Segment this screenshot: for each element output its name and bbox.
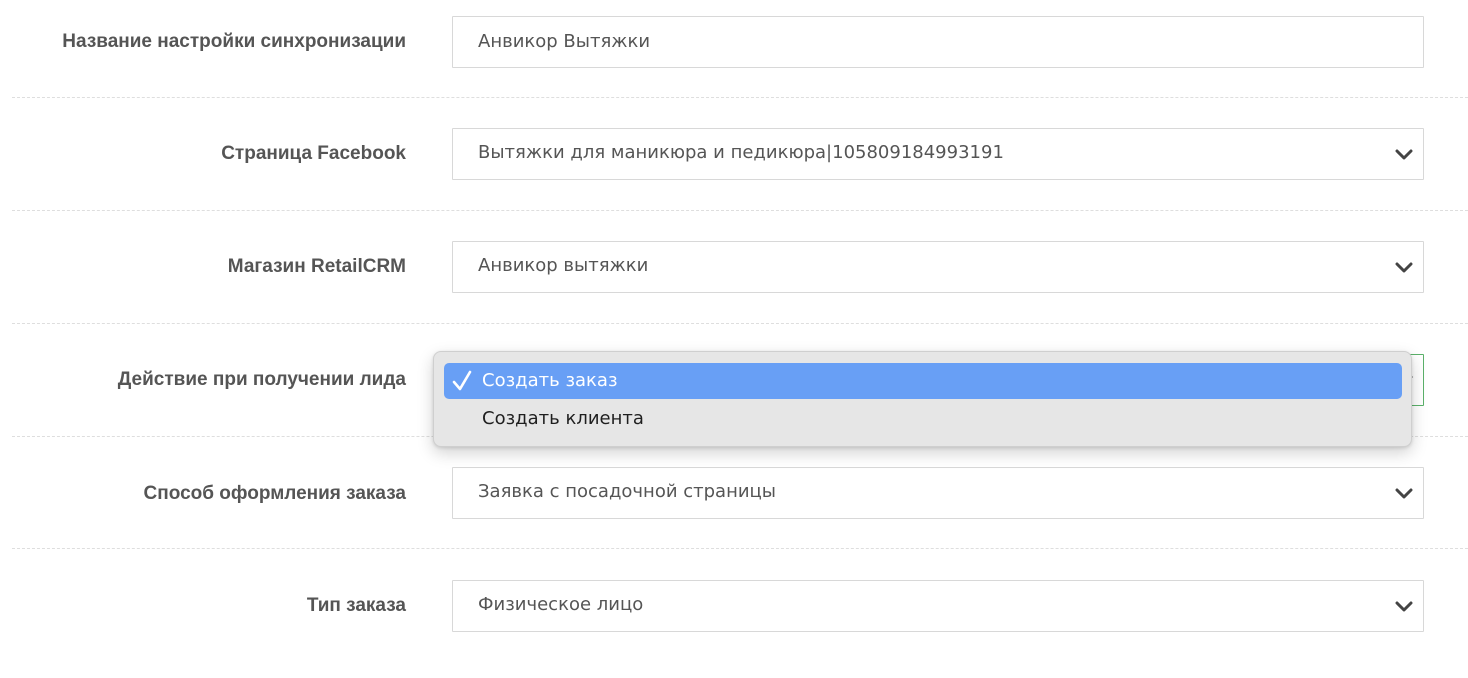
order-type-label: Тип заказа [306,595,406,616]
lead-action-dropdown-menu: Создать заказ Создать клиента [433,351,1412,447]
chevron-down-icon [1393,483,1415,505]
sync-settings-form: Название настройки синхронизации Страниц… [0,0,1468,650]
lead-action-label: Действие при получении лида [117,369,406,390]
chevron-down-icon [1393,596,1415,618]
retailcrm-store-value: Анвикор вытяжки [478,255,649,276]
order-method-value: Заявка с посадочной страницы [478,481,777,502]
divider [12,97,1468,98]
checkmark-icon [452,369,472,393]
order-method-select[interactable]: Заявка с посадочной страницы [452,467,1424,519]
sync-name-input[interactable] [478,30,1378,54]
chevron-down-icon [1393,144,1415,166]
chevron-down-icon [1393,257,1415,279]
retailcrm-store-select[interactable]: Анвикор вытяжки [452,241,1424,293]
sync-name-label: Название настройки синхронизации [62,31,406,52]
divider [12,548,1468,549]
divider [12,323,1468,324]
order-method-label: Способ оформления заказа [143,483,406,504]
option-create-client[interactable]: Создать клиента [444,401,1402,437]
facebook-page-select[interactable]: Вытяжки для маникюра и педикюра|10580918… [452,128,1424,180]
retailcrm-store-label: Магазин RetailCRM [227,256,406,277]
option-label: Создать заказ [482,370,618,391]
sync-name-field[interactable] [452,16,1424,68]
order-type-select[interactable]: Физическое лицо [452,580,1424,632]
option-label: Создать клиента [482,408,644,429]
facebook-page-label: Страница Facebook [221,143,406,164]
facebook-page-value: Вытяжки для маникюра и педикюра|10580918… [478,142,1004,163]
divider [12,210,1468,211]
order-type-value: Физическое лицо [478,594,644,615]
option-create-order[interactable]: Создать заказ [444,363,1402,399]
